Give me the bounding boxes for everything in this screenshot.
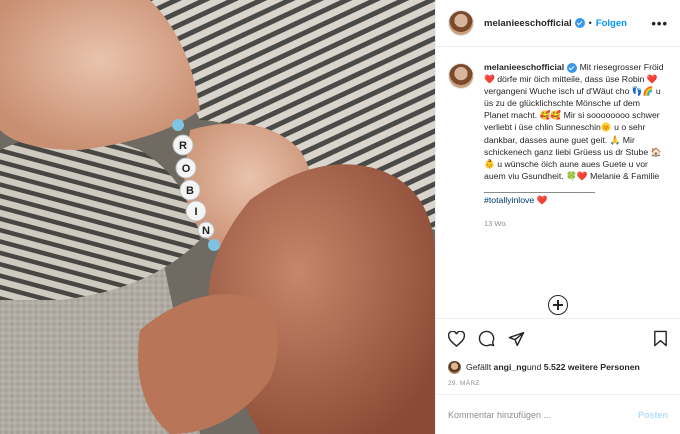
- caption-row: melanieeschofficial Mit riesegrosser Frö…: [448, 61, 668, 230]
- post-photo[interactable]: R O B I N: [0, 0, 435, 434]
- verified-icon: [567, 62, 578, 73]
- likes-row: Gefällt angi_ng und 5.522 weitere Person…: [436, 358, 680, 376]
- bead-letter: O: [182, 163, 191, 175]
- caption-body: Mit riesegrosser Fröid ❤️ dörfe mir öich…: [484, 62, 664, 181]
- plus-circle-icon[interactable]: [548, 295, 568, 315]
- bead-letter: R: [179, 140, 187, 152]
- instagram-post-modal: R O B I N melanieeschofficial • Folgen •…: [0, 0, 680, 434]
- post-date: 29. MÄRZ: [448, 380, 480, 387]
- more-options-icon[interactable]: •••: [651, 16, 668, 31]
- heart-icon[interactable]: [448, 330, 465, 347]
- caption-username[interactable]: melanieeschofficial: [484, 62, 564, 72]
- likes-prefix: Gefällt: [466, 362, 492, 372]
- likes-middle: und: [526, 362, 542, 372]
- bookmark-icon[interactable]: [653, 330, 668, 347]
- post-header: melanieeschofficial • Folgen •••: [436, 0, 680, 47]
- caption-avatar[interactable]: [448, 63, 474, 89]
- likes-count[interactable]: 5.522 weitere Personen: [544, 362, 640, 372]
- hashtag-emoji: ❤️: [534, 195, 548, 206]
- caption-time: 13 Wo.: [484, 219, 508, 229]
- avatar[interactable]: [448, 10, 474, 36]
- post-sidebar: melanieeschofficial • Folgen ••• melanie…: [435, 0, 680, 434]
- comment-input[interactable]: [448, 409, 618, 420]
- liker-username[interactable]: angi_ng: [494, 362, 527, 372]
- follow-button[interactable]: Folgen: [596, 18, 627, 29]
- caption-divider: _______________________: [484, 182, 596, 193]
- comment-icon[interactable]: [478, 330, 495, 347]
- separator-dot: •: [588, 18, 592, 28]
- bead-letter: B: [186, 185, 194, 197]
- liker-avatar[interactable]: [448, 360, 461, 374]
- post-comment-button[interactable]: Posten: [638, 410, 668, 420]
- share-icon[interactable]: [508, 331, 525, 347]
- username-link[interactable]: melanieeschofficial: [484, 18, 572, 29]
- bead-letter: N: [202, 225, 210, 237]
- verified-icon: [574, 18, 585, 28]
- bead-letter: I: [194, 206, 197, 218]
- action-bar: [436, 318, 680, 358]
- comments-section[interactable]: melanieeschofficial Mit riesegrosser Frö…: [436, 47, 680, 318]
- comment-form: Posten: [436, 394, 680, 434]
- caption-text: melanieeschofficial Mit riesegrosser Frö…: [484, 61, 664, 230]
- baby-hand-photo: R O B I N: [0, 0, 435, 434]
- hashtag-link[interactable]: #totallyinlove: [484, 195, 534, 205]
